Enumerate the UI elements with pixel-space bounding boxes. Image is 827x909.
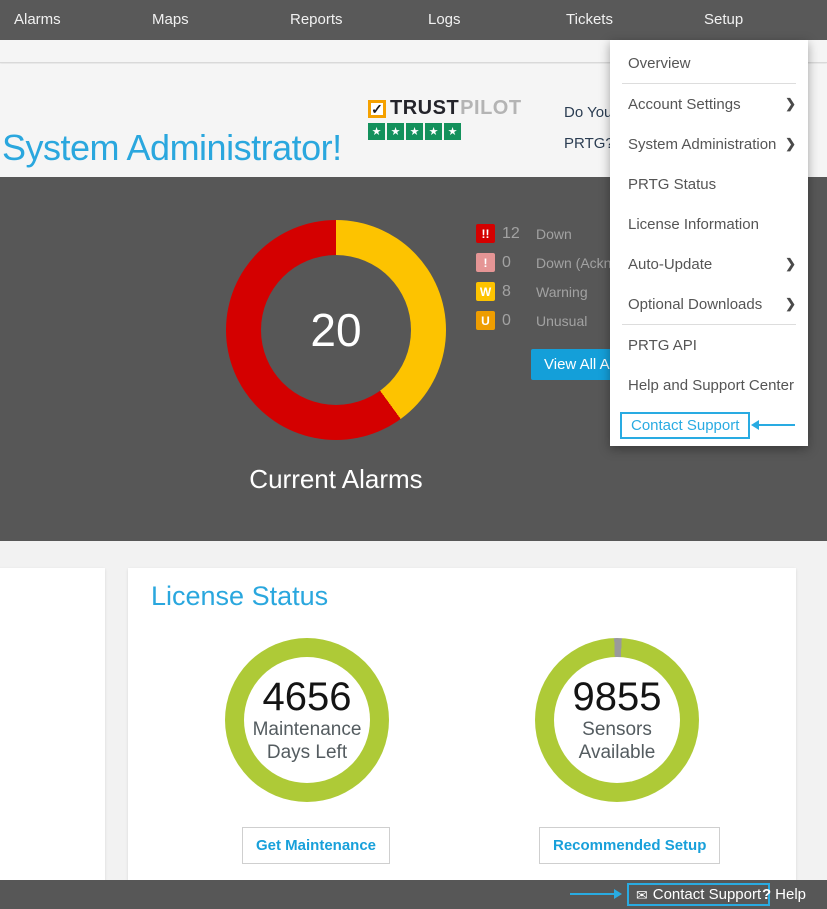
trustpilot-star-icon: ★ <box>444 123 461 140</box>
warning-count: 8 <box>502 283 536 301</box>
get-maintenance-button[interactable]: Get Maintenance <box>242 827 390 864</box>
trustpilot-check-icon: ✓ <box>368 100 386 118</box>
down-count: 12 <box>502 225 536 243</box>
left-partial-card <box>0 568 105 886</box>
footer-contact-support-button[interactable]: ✉ Contact Support <box>627 883 770 906</box>
recommended-setup-button[interactable]: Recommended Setup <box>539 827 720 864</box>
sensors-gauge: 9855 Sensors Available <box>535 638 699 802</box>
annotation-arrow-right-icon <box>570 893 614 895</box>
trustpilot-star-icon: ★ <box>368 123 385 140</box>
warning-badge-icon: W <box>476 282 495 301</box>
sensors-label-line2: Available <box>579 742 656 763</box>
page-title: System Administrator! <box>2 127 342 169</box>
like-prtg-text: Do You PRTG? <box>564 105 614 151</box>
maintenance-label-line2: Days Left <box>267 742 347 763</box>
like-prtg-line2: PRTG? <box>564 136 614 151</box>
question-mark-icon: ? <box>762 886 771 903</box>
nav-item-reports[interactable]: Reports <box>276 0 414 40</box>
menu-item-label: Optional Downloads <box>628 296 762 313</box>
menu-item-auto-update[interactable]: Auto-Update ❯ <box>610 244 808 284</box>
menu-item-label: PRTG Status <box>628 176 716 193</box>
contact-support-menu-link[interactable]: Contact Support <box>620 412 750 439</box>
menu-item-overview[interactable]: Overview <box>610 43 808 83</box>
trustpilot-star-icon: ★ <box>406 123 423 140</box>
sensors-gauge-hole: 9855 Sensors Available <box>554 657 680 783</box>
annotation-arrow-left-icon <box>759 424 795 426</box>
maintenance-days-value: 4656 <box>263 677 352 717</box>
trustpilot-pilot-text: PILOT <box>460 97 521 120</box>
trustpilot-star-icon: ★ <box>387 123 404 140</box>
menu-item-prtg-api[interactable]: PRTG API <box>610 325 808 365</box>
setup-dropdown-menu: Overview Account Settings ❯ System Admin… <box>610 40 808 446</box>
menu-item-optional-downloads[interactable]: Optional Downloads ❯ <box>610 284 808 324</box>
unusual-badge-icon: U <box>476 311 495 330</box>
menu-item-license-information[interactable]: License Information <box>610 204 808 244</box>
unusual-label: Unusual <box>536 313 587 329</box>
current-alarms-donut-ring: 20 <box>226 220 446 440</box>
current-alarms-donut-hole: 20 <box>261 255 411 405</box>
unusual-count: 0 <box>502 312 536 330</box>
current-alarms-caption: Current Alarms <box>201 464 471 495</box>
down-label: Down <box>536 226 572 242</box>
down-ack-count: 0 <box>502 254 536 272</box>
trustpilot-trust-text: TRUST <box>390 97 459 120</box>
menu-item-label: Overview <box>628 55 691 72</box>
maintenance-gauge-hole: 4656 Maintenance Days Left <box>244 657 370 783</box>
menu-item-prtg-status[interactable]: PRTG Status <box>610 164 808 204</box>
current-alarms-total: 20 <box>310 303 361 357</box>
chevron-right-icon: ❯ <box>785 256 796 272</box>
menu-item-label: Auto-Update <box>628 256 712 273</box>
like-prtg-line1: Do You <box>564 105 614 120</box>
down-ack-badge-icon: ! <box>476 253 495 272</box>
menu-item-label: PRTG API <box>628 337 697 354</box>
down-badge-icon: !! <box>476 224 495 243</box>
sensors-label-line1: Sensors <box>582 719 652 740</box>
menu-item-label: Help and Support Center <box>628 377 794 394</box>
menu-item-label: Account Settings <box>628 96 741 113</box>
menu-item-label: License Information <box>628 216 759 233</box>
nav-item-logs[interactable]: Logs <box>414 0 552 40</box>
top-nav: Alarms Maps Reports Logs Tickets Setup <box>0 0 827 40</box>
warning-label: Warning <box>536 284 588 300</box>
footer-contact-support-label: Contact Support <box>653 886 761 903</box>
menu-item-account-settings[interactable]: Account Settings ❯ <box>610 84 808 124</box>
nav-item-maps[interactable]: Maps <box>138 0 276 40</box>
trustpilot-star-icon: ★ <box>425 123 442 140</box>
nav-item-setup[interactable]: Setup <box>690 0 827 40</box>
chevron-right-icon: ❯ <box>785 296 796 312</box>
footer-help-label: Help <box>775 886 806 903</box>
license-status-card: License Status 4656 Maintenance Days Lef… <box>128 568 796 886</box>
maintenance-label-line1: Maintenance <box>253 719 362 740</box>
menu-item-help-and-support-center[interactable]: Help and Support Center <box>610 365 808 405</box>
trustpilot-stars: ★ ★ ★ ★ ★ <box>368 123 522 140</box>
footer-help-button[interactable]: ? Help <box>762 880 806 909</box>
menu-item-contact-support: Contact Support <box>610 405 808 445</box>
nav-item-alarms[interactable]: Alarms <box>0 0 138 40</box>
nav-item-tickets[interactable]: Tickets <box>552 0 690 40</box>
license-status-title: License Status <box>151 581 328 612</box>
mail-icon: ✉ <box>636 888 648 902</box>
sensors-available-value: 9855 <box>573 677 662 717</box>
trustpilot-logo[interactable]: ✓ TRUST PILOT ★ ★ ★ ★ ★ <box>368 97 522 140</box>
menu-item-label: System Administration <box>628 136 776 153</box>
prtg-welcome-screen: Alarms Maps Reports Logs Tickets Setup S… <box>0 0 827 909</box>
chevron-right-icon: ❯ <box>785 136 796 152</box>
chevron-right-icon: ❯ <box>785 96 796 112</box>
footer-bar: ✉ Contact Support ? Help <box>0 880 827 909</box>
menu-item-system-administration[interactable]: System Administration ❯ <box>610 124 808 164</box>
maintenance-gauge: 4656 Maintenance Days Left <box>225 638 389 802</box>
